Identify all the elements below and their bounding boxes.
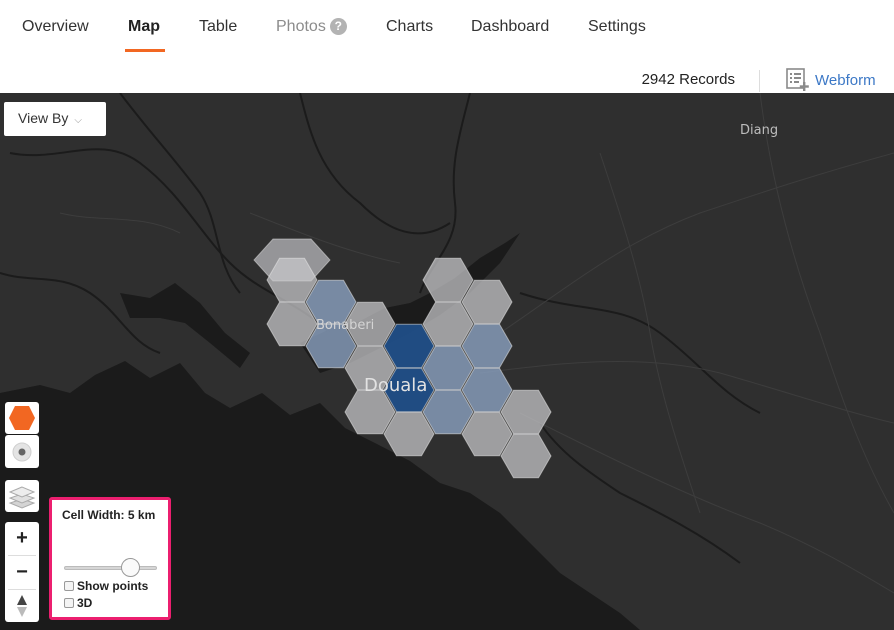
tab-overview[interactable]: Overview <box>22 18 89 36</box>
help-icon[interactable]: ? <box>329 18 347 35</box>
compass-icon <box>17 595 27 617</box>
show-points-option[interactable]: Show points <box>64 579 148 593</box>
compass-button[interactable] <box>5 590 39 622</box>
tab-map[interactable]: Map <box>128 18 160 36</box>
zoom-in-button[interactable]: + <box>5 522 39 554</box>
record-count: 2942 Records <box>641 71 735 88</box>
webform-icon <box>786 68 809 91</box>
place-label-bonaberi: Bonaberi <box>316 318 375 333</box>
tab-dashboard[interactable]: Dashboard <box>471 18 549 36</box>
show-points-checkbox[interactable] <box>64 581 74 591</box>
creek-upper <box>120 283 250 368</box>
hexagon-icon <box>9 406 35 430</box>
3d-checkbox[interactable] <box>64 598 74 608</box>
tab-table[interactable]: Table <box>199 18 237 36</box>
slider-track <box>64 566 157 570</box>
cell-width-slider[interactable] <box>64 558 157 578</box>
top-navigation: Overview Map Table Photos? Charts Dashbo… <box>0 0 894 60</box>
place-label-douala: Douala <box>364 375 428 396</box>
map-canvas[interactable]: Diang Bonaberi Douala View By ⌵ + − Cell… <box>0 93 894 630</box>
cell-width-label: Cell Width: 5 km <box>62 508 156 522</box>
place-label-diang: Diang <box>740 123 779 138</box>
point-icon <box>12 442 32 461</box>
zoom-controls: + − <box>5 522 39 622</box>
tab-settings[interactable]: Settings <box>588 18 646 36</box>
tab-photos-label: Photos <box>276 18 326 35</box>
slider-thumb[interactable] <box>121 558 140 577</box>
layers-icon <box>8 486 36 509</box>
divider <box>759 70 760 92</box>
3d-label: 3D <box>77 596 93 610</box>
view-by-dropdown[interactable]: View By ⌵ <box>4 102 106 136</box>
tab-photos[interactable]: Photos? <box>276 18 347 36</box>
show-points-label: Show points <box>77 579 149 593</box>
zoom-out-button[interactable]: − <box>5 556 39 588</box>
points-mode-button[interactable] <box>5 435 39 468</box>
chevron-down-icon: ⌵ <box>74 115 82 126</box>
cell-width-panel: Cell Width: 5 km Show points 3D <box>49 497 171 620</box>
tab-charts[interactable]: Charts <box>386 18 433 36</box>
3d-option[interactable]: 3D <box>64 596 92 610</box>
records-bar: 2942 Records Webform <box>0 60 894 93</box>
view-by-label: View By <box>18 110 69 126</box>
active-tab-indicator <box>125 49 165 52</box>
webform-link[interactable]: Webform <box>786 67 876 93</box>
webform-label: Webform <box>815 71 876 89</box>
hexbin-mode-button[interactable] <box>5 402 39 434</box>
layers-button[interactable] <box>5 480 39 512</box>
